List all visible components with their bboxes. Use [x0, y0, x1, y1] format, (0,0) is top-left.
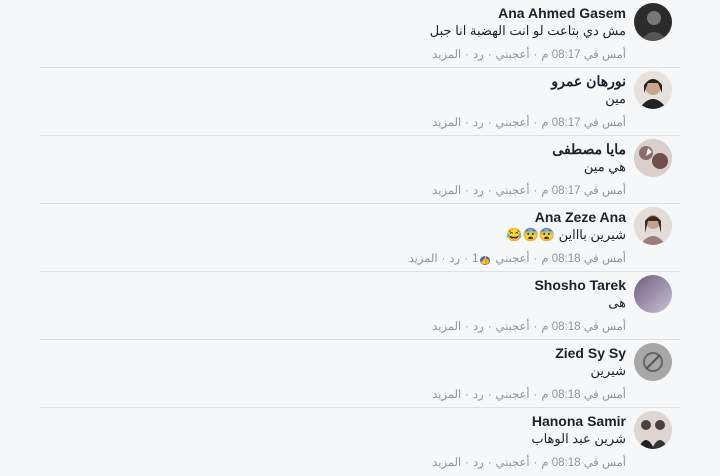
like-link[interactable]: أعجبني	[496, 389, 530, 401]
comment-meta: أمس في 08:17 م·أعجبني·رد·المزيد	[432, 117, 626, 129]
avatar[interactable]	[634, 3, 672, 41]
reply-link[interactable]: رد	[473, 389, 484, 401]
like-link[interactable]: أعجبني	[496, 185, 530, 197]
comment-time[interactable]: أمس في 08:18 م	[541, 253, 626, 265]
comment-meta: أمس في 08:18 م·أعجبني·رد·المزيد	[432, 321, 626, 333]
comment-author[interactable]: Hanona Samir	[40, 412, 626, 430]
comment-text: هي مين	[583, 159, 626, 174]
more-link[interactable]: المزيد	[432, 389, 461, 401]
comment-meta: أمس في 08:18 م·أعجبني·رد·المزيد	[432, 457, 626, 469]
avatar[interactable]	[634, 411, 672, 449]
emoji-group: 😨😨😂	[506, 227, 555, 242]
comment-item: Shosho Tarek هى أمس في 08:18 م·أعجبني·رد…	[40, 272, 680, 340]
reply-link[interactable]: رد	[473, 49, 484, 61]
more-link[interactable]: المزيد	[432, 117, 461, 129]
avatar[interactable]	[634, 343, 672, 381]
comment-author[interactable]: مايا مصطفى	[40, 140, 626, 158]
like-link[interactable]: أعجبني	[496, 49, 530, 61]
comment-time[interactable]: أمس في 08:18 م	[541, 457, 626, 469]
comment-author[interactable]: نورهان عمرو	[40, 72, 626, 90]
comment-item: Hanona Samir شرين عبد الوهاب أمس في 08:1…	[40, 408, 680, 476]
comment-meta: أمس في 08:17 م·أعجبني·رد·المزيد	[432, 49, 626, 61]
comment-meta: أمس في 08:18 م·أعجبني 👍1·رد·المزيد	[408, 253, 626, 265]
avatar[interactable]	[634, 139, 672, 177]
comment-meta: أمس في 08:17 م·أعجبني·رد·المزيد	[432, 185, 626, 197]
comment-time[interactable]: أمس في 08:18 م	[541, 389, 626, 401]
more-link[interactable]: المزيد	[432, 321, 461, 333]
like-count[interactable]: 1	[472, 253, 478, 265]
comment-item: Zied Sy Sy شيرين أمس في 08:18 م·أعجبني·ر…	[40, 340, 680, 408]
comment-text: شيرين باااين 😨😨😂	[40, 226, 626, 244]
comment-author[interactable]: Ana Ahmed Gasem	[40, 4, 626, 22]
more-link[interactable]: المزيد	[432, 185, 461, 197]
like-link[interactable]: أعجبني	[496, 321, 530, 333]
avatar[interactable]	[634, 71, 672, 109]
like-link[interactable]: أعجبني	[496, 117, 530, 129]
reply-link[interactable]: رد	[449, 253, 460, 265]
reply-link[interactable]: رد	[473, 457, 484, 469]
comment-time[interactable]: أمس في 08:17 م	[541, 49, 626, 61]
like-link[interactable]: أعجبني	[496, 457, 530, 469]
comment-text-body: شيرين باااين	[558, 227, 626, 242]
comment-item: Ana Zeze Ana شيرين باااين 😨😨😂 أمس في 08:…	[40, 204, 680, 272]
comment-text: شيرين	[590, 363, 626, 378]
reply-link[interactable]: رد	[473, 117, 484, 129]
avatar[interactable]	[634, 275, 672, 313]
avatar[interactable]	[634, 207, 672, 245]
like-link[interactable]: أعجبني	[496, 253, 530, 265]
comment-time[interactable]: أمس في 08:18 م	[541, 321, 626, 333]
comment-item: مايا مصطفى هي مين أمس في 08:17 م·أعجبني·…	[40, 136, 680, 204]
comment-text: مين	[605, 91, 626, 106]
comment-text: شرين عبد الوهاب	[531, 431, 626, 446]
more-link[interactable]: المزيد	[432, 49, 461, 61]
comment-author[interactable]: Zied Sy Sy	[40, 344, 626, 362]
comment-author[interactable]: Ana Zeze Ana	[40, 208, 626, 226]
comment-meta: أمس في 08:18 م·أعجبني·رد·المزيد	[432, 389, 626, 401]
comment-text: مش دي بتاعت لو انت الهضبة انا جبل	[429, 23, 626, 38]
comment-author[interactable]: Shosho Tarek	[40, 276, 626, 294]
more-link[interactable]: المزيد	[409, 253, 438, 265]
comment-time[interactable]: أمس في 08:17 م	[541, 117, 626, 129]
comment-text: هى	[608, 295, 626, 310]
comment-item: نورهان عمرو مين أمس في 08:17 م·أعجبني·رد…	[40, 68, 680, 136]
comment-time[interactable]: أمس في 08:17 م	[541, 185, 626, 197]
comment-item: Ana Ahmed Gasem مش دي بتاعت لو انت الهضب…	[40, 0, 680, 68]
reply-link[interactable]: رد	[473, 185, 484, 197]
more-link[interactable]: المزيد	[432, 457, 461, 469]
thumbs-up-icon: 👍	[480, 256, 491, 265]
reply-link[interactable]: رد	[473, 321, 484, 333]
